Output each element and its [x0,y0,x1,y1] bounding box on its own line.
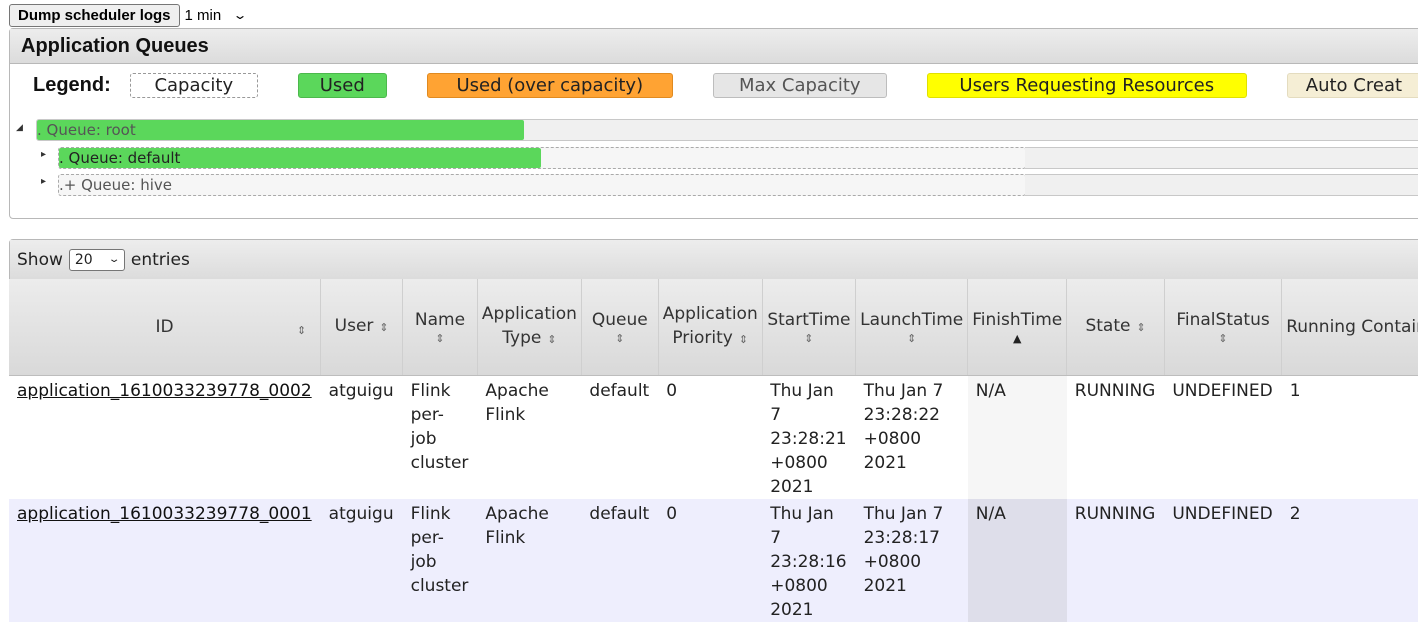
column-header-name[interactable]: Name ⇕ [402,279,478,376]
cell-name: Flink per-job cluster [402,498,478,622]
column-header-id-label: ID [155,316,174,337]
queue-default-capacity-bar[interactable]: . Queue: default [58,147,1026,169]
column-header-user[interactable]: User ⇕ [320,279,404,376]
cell-state: RUNNING [1066,498,1165,622]
sort-icon: ⇕ [1136,320,1146,334]
application-link[interactable]: application_1610033239778_0002 [17,381,312,401]
page-size-value: 20 [74,251,93,268]
cell-finishtime: N/A [967,498,1067,622]
sort-icon: ⇕ [1218,331,1228,345]
column-header-launchtime[interactable]: LaunchTime ⇕ [855,279,969,376]
cell-queue: default [581,375,659,499]
expanded-triangle-icon[interactable]: ◢ [16,123,23,133]
column-header-finishtime[interactable]: FinishTime ▲ [967,279,1068,376]
cell-launchtime: Thu Jan 7 23:28:17 +0800 2021 [855,498,968,622]
legend-used-over-capacity: Used (over capacity) [426,72,673,98]
cell-type: Apache Flink [477,375,582,499]
sort-icon: ⇕ [379,320,389,334]
column-header-queue-label: Queue [591,309,648,330]
show-label: Show [17,249,63,270]
column-header-launchtime-label: LaunchTime [860,309,964,330]
table-row: application_1610033239778_0001 atguigu F… [9,498,1418,622]
table-header-row: ID ⇕ User ⇕ Name ⇕ Application Type ⇕ Queue ⇕… [9,279,1418,376]
queue-default-label: . Queue: default [59,149,181,167]
legend-capacity: Capacity [129,72,258,98]
sort-icon: ⇕ [738,332,749,346]
chevron-down-icon: ⌄ [232,8,248,22]
column-header-state-label: State [1085,315,1131,336]
legend-max-capacity: Max Capacity [712,72,887,98]
legend-auto-created: Auto Creat [1286,72,1418,98]
cell-state: RUNNING [1066,375,1165,499]
queue-default-max-bar [1025,147,1418,169]
cell-finishtime: N/A [967,375,1067,499]
cell-type: Apache Flink [477,498,582,622]
collapsed-triangle-icon[interactable]: ▸ [41,149,46,160]
queue-hive-label: .+ Queue: hive [59,176,172,194]
column-header-starttime-label: StartTime [767,309,851,330]
chevron-down-icon: ⌄ [108,254,121,265]
column-header-running-containers-label: Running Containers [1286,316,1418,337]
sort-icon: ⇕ [804,331,814,345]
entries-label: entries [130,249,190,270]
column-header-starttime[interactable]: StartTime ⇕ [762,279,857,376]
table-length-control: Show 20 ⌄ entries [10,240,1418,280]
cell-finalstatus: UNDEFINED [1164,498,1282,622]
cell-user: atguigu [320,498,403,622]
table-row: application_1610033239778_0002 atguigu F… [9,375,1418,499]
cell-user: atguigu [320,375,403,499]
legend-used: Used [297,72,387,98]
log-interval-value: 1 min [184,6,222,24]
dump-scheduler-logs-button[interactable]: Dump scheduler logs [9,3,180,27]
sort-icon: ⇕ [547,332,557,346]
queue-root-label: . Queue: root [37,121,136,139]
cell-running-containers: 1 [1281,375,1418,499]
cell-finalstatus: UNDEFINED [1164,375,1282,499]
column-header-running-containers[interactable]: Running Containers [1281,279,1418,376]
cell-starttime: Thu Jan 7 23:28:16 +0800 2021 [762,498,856,622]
applications-table: ID ⇕ User ⇕ Name ⇕ Application Type ⇕ Queue ⇕… [9,279,1418,622]
column-header-state[interactable]: State ⇕ [1066,279,1165,376]
collapsed-triangle-icon[interactable]: ▸ [41,176,46,187]
application-queues-title[interactable]: Application Queues [10,29,1418,64]
application-queues-panel: Application Queues Legend: Capacity Used… [9,28,1418,219]
sort-icon: ⇕ [907,331,917,345]
cell-id[interactable]: application_1610033239778_0002 [9,375,321,499]
column-header-queue[interactable]: Queue ⇕ [581,279,659,376]
log-interval-select[interactable]: 1 min ⌄ [184,6,248,24]
sort-icon: ⇕ [296,324,307,337]
cell-id[interactable]: application_1610033239778_0001 [9,498,321,622]
cell-running-containers: 2 [1281,498,1418,622]
column-header-application-type-label: Application Type [481,303,577,348]
sort-ascending-icon: ▲ [1013,331,1022,345]
queue-hive-capacity-bar[interactable]: .+ Queue: hive [58,174,1026,196]
sort-icon: ⇕ [435,331,445,345]
column-header-id[interactable]: ID ⇕ [9,279,322,376]
column-header-finishtime-label: FinishTime [972,309,1063,330]
application-link[interactable]: application_1610033239778_0001 [17,504,312,524]
cell-starttime: Thu Jan 7 23:28:21 +0800 2021 [762,375,856,499]
column-header-application-priority[interactable]: Application Priority ⇕ [658,279,763,376]
queue-hive-max-bar [1025,174,1418,196]
column-header-finalstatus[interactable]: FinalStatus ⇕ [1164,279,1283,376]
cell-name: Flink per-job cluster [402,375,478,499]
sort-icon: ⇕ [615,331,625,345]
column-header-name-label: Name [414,309,466,330]
cell-launchtime: Thu Jan 7 23:28:22 +0800 2021 [855,375,968,499]
cell-priority: 0 [658,375,763,499]
column-header-application-type[interactable]: Application Type ⇕ [477,279,582,376]
legend-title: Legend: [33,73,111,96]
cell-priority: 0 [658,498,763,622]
queue-root-bar[interactable]: . Queue: root [36,119,1418,141]
legend-users-requesting: Users Requesting Resources [926,72,1247,98]
legend: Legend: Capacity Used Used (over capacit… [33,72,1418,98]
column-header-finalstatus-label: FinalStatus [1176,309,1270,330]
column-header-user-label: User [334,315,374,336]
cell-queue: default [581,498,659,622]
page-size-select[interactable]: 20 ⌄ [68,248,125,271]
toolbar: Dump scheduler logs 1 min ⌄ [9,3,248,27]
